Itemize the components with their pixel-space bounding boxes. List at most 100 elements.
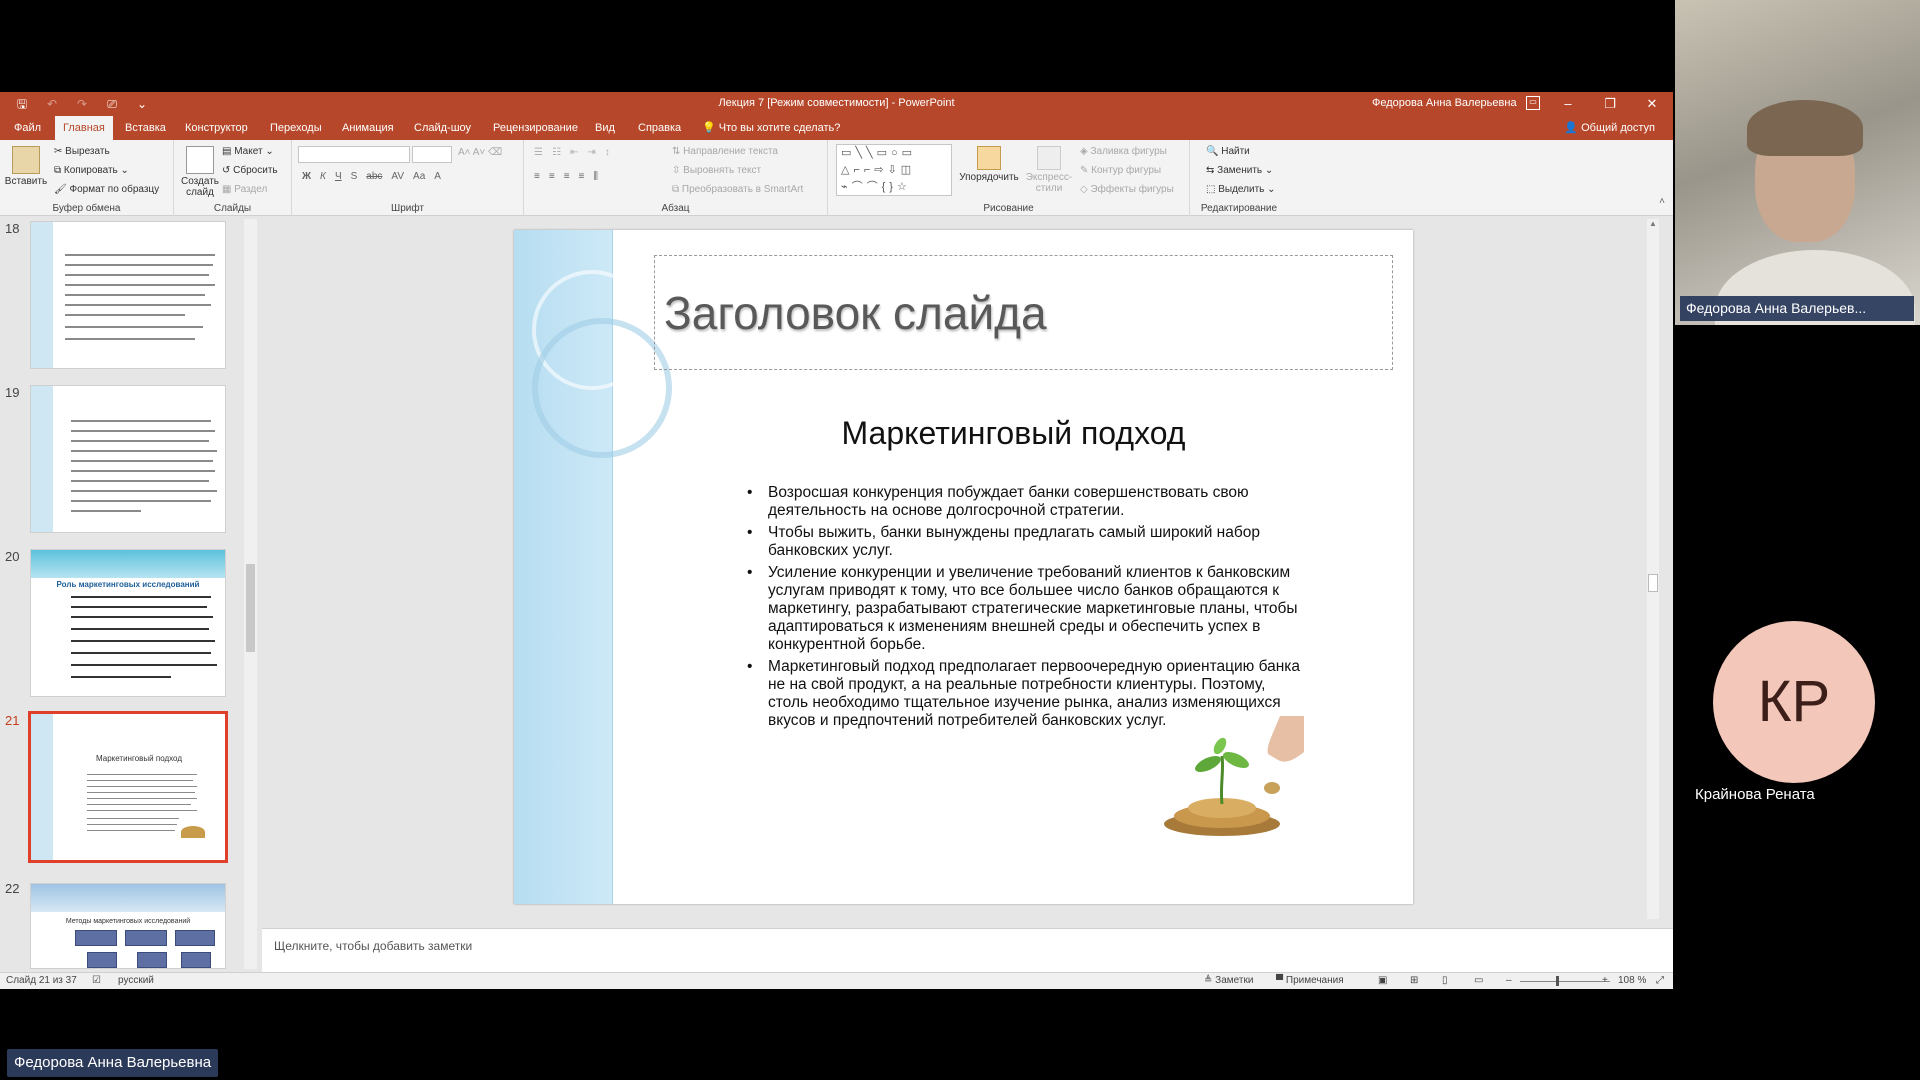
cut-button[interactable]: ✂ Вырезать [54, 146, 110, 157]
maximize-button[interactable]: ❐ [1589, 92, 1631, 116]
thumbnail-slide-20[interactable]: Роль маркетинговых исследований [30, 549, 226, 697]
outdent-icon[interactable]: ⇥ [587, 147, 595, 158]
shadow-button[interactable]: S [351, 171, 358, 182]
title-placeholder[interactable]: Заголовок слайда [654, 255, 1393, 370]
shape-effects-button[interactable]: ◇ Эффекты фигуры [1080, 184, 1174, 195]
sorter-view-icon[interactable]: ⊞ [1410, 975, 1418, 986]
align-center-icon[interactable]: ≡ [549, 171, 555, 182]
italic-button[interactable]: К [320, 171, 326, 182]
find-button[interactable]: 🔍 Найти [1206, 146, 1250, 157]
zoom-in-icon[interactable]: + [1602, 975, 1608, 986]
thumbnails-scrollbar[interactable] [244, 219, 257, 969]
close-button[interactable]: ✕ [1631, 92, 1673, 116]
thumb-text-line [71, 676, 171, 678]
comments-toggle[interactable]: ▀ Примечания [1276, 975, 1344, 986]
tab-home[interactable]: Главная [55, 116, 113, 140]
shape-outline-button[interactable]: ✎ Контур фигуры [1080, 165, 1161, 176]
section-button[interactable]: ▦ Раздел [222, 184, 267, 195]
font-grow-icon[interactable]: A˄ A˅ ⌫ [458, 147, 502, 158]
align-right-icon[interactable]: ≡ [564, 171, 570, 182]
tab-animation[interactable]: Анимация [334, 116, 402, 140]
presenter-video-tile[interactable]: Федорова Анна Валерьев... [1675, 0, 1920, 325]
scroll-up-icon[interactable]: ▲ [1647, 219, 1659, 228]
spacing-button[interactable]: AV [391, 171, 404, 182]
new-slide-button[interactable]: Создать слайд [178, 146, 222, 198]
underline-button[interactable]: Ч [335, 171, 342, 182]
thumbnail-slide-21[interactable]: Маркетинговый подход [28, 711, 228, 863]
shape-fill-button[interactable]: ◈ Заливка фигуры [1080, 146, 1167, 157]
copy-button[interactable]: ⧉ Копировать ⌄ [54, 165, 129, 176]
minimize-button[interactable]: – [1547, 92, 1589, 116]
justify-icon[interactable]: ≡ [579, 171, 585, 182]
zoom-out-icon[interactable]: – [1506, 975, 1512, 986]
format-painter-button[interactable]: 🖌 Формат по образцу [54, 184, 159, 195]
participant-avatar[interactable]: КР [1713, 621, 1875, 783]
tab-review[interactable]: Рецензирование [485, 116, 586, 140]
font-size-input[interactable] [412, 146, 452, 163]
account-name[interactable]: Федорова Анна Валерьевна [1372, 97, 1517, 109]
slide-scroll-thumb[interactable] [1648, 574, 1658, 592]
reading-view-icon[interactable]: ▯ [1442, 975, 1448, 986]
slide-thumbnails-panel: 18 19 20 Роль маркетинговых исследований… [0, 217, 260, 972]
layout-button[interactable]: ▤ Макет ⌄ [222, 146, 274, 157]
smartart-button[interactable]: ⧉ Преобразовать в SmartArt [672, 184, 803, 195]
align-left-icon[interactable]: ≡ [534, 171, 540, 182]
text-direction-button[interactable]: ⇅ Направление текста [672, 146, 778, 157]
font-color-icon[interactable]: A [434, 171, 441, 182]
quick-styles-button[interactable]: Экспресс-стили [1024, 146, 1074, 194]
tab-design[interactable]: Конструктор [177, 116, 256, 140]
thumbnail-slide-19[interactable] [30, 385, 226, 533]
select-button[interactable]: ⬚ Выделить ⌄ [1206, 184, 1276, 195]
thumb-text-line [87, 786, 197, 787]
tab-help[interactable]: Справка [630, 116, 689, 140]
thumbnail-slide-22[interactable]: Методы маркетинговых исследований [30, 883, 226, 969]
language-indicator[interactable]: русский [118, 975, 154, 986]
tab-slideshow[interactable]: Слайд-шоу [406, 116, 479, 140]
tab-transitions[interactable]: Переходы [262, 116, 330, 140]
editing-group-label: Редактирование [1200, 203, 1278, 214]
smartart-label: Преобразовать в SmartArt [681, 184, 804, 195]
case-button[interactable]: Aa [413, 171, 425, 182]
zoom-slider-thumb[interactable] [1556, 976, 1559, 986]
tab-insert[interactable]: Вставка [117, 116, 174, 140]
bullet-list[interactable]: Возросшая конкуренция побуждает банки со… [747, 484, 1307, 734]
spellcheck-icon[interactable]: ☑ [92, 975, 101, 986]
font-name-input[interactable] [298, 146, 410, 163]
bold-button[interactable]: Ж [302, 171, 311, 182]
zoom-slider[interactable] [1520, 981, 1610, 982]
collapse-ribbon-icon[interactable]: ˄ [1659, 196, 1665, 207]
arrange-label: Упорядочить [959, 172, 1019, 183]
thumb-box [75, 930, 117, 946]
notes-toggle[interactable]: ≜ Заметки [1204, 975, 1253, 986]
strikethrough-button[interactable]: abc [366, 171, 382, 182]
align-text-button[interactable]: ⇳ Выровнять текст [672, 165, 761, 176]
align-text-label: Выровнять текст [683, 165, 762, 176]
arrange-button[interactable]: Упорядочить [956, 146, 1022, 183]
normal-view-icon[interactable]: ▣ [1378, 975, 1387, 986]
tell-me-box[interactable]: 💡 Что вы хотите сделать? [694, 116, 848, 140]
slideshow-view-icon[interactable]: ▭ [1474, 975, 1483, 986]
tab-file[interactable]: Файл [6, 116, 49, 140]
thumbnail-slide-18[interactable] [30, 221, 226, 369]
tab-view[interactable]: Вид [587, 116, 623, 140]
ribbon-display-icon[interactable]: ▭ [1526, 96, 1540, 110]
indent-icon[interactable]: ⇤ [570, 147, 578, 158]
current-slide[interactable]: Заголовок слайда Маркетинговый подход Во… [514, 230, 1413, 904]
replace-button[interactable]: ⇆ Заменить ⌄ [1206, 165, 1273, 176]
zoom-level[interactable]: 108 % [1618, 975, 1646, 986]
slide-heading[interactable]: Маркетинговый подход [614, 415, 1413, 452]
columns-icon[interactable]: ⫼ [593, 171, 598, 182]
paste-button[interactable]: Вставить [4, 146, 48, 187]
numbering-icon[interactable]: ☷ [552, 147, 561, 158]
clipboard-group: Вставить ✂ Вырезать ⧉ Копировать ⌄ 🖌 Фор… [0, 140, 174, 216]
bullets-icon[interactable]: ☰ [534, 147, 543, 158]
fit-slide-icon[interactable]: ⤢ [1656, 975, 1664, 986]
notes-pane[interactable]: Щелкните, чтобы добавить заметки [262, 928, 1673, 972]
coins-plant-image[interactable] [1162, 716, 1306, 840]
shapes-gallery[interactable]: ▭╲╲▭○▭ △⌐⌐⇨⇩◫ ⌁⌒⌒{}☆ [836, 144, 952, 196]
reset-button[interactable]: ↺ Сбросить [222, 165, 278, 176]
slide-scrollbar[interactable]: ▲ [1647, 219, 1659, 919]
share-button[interactable]: 👤 Общий доступ [1564, 116, 1655, 140]
thumbnails-scroll-thumb[interactable] [246, 564, 255, 652]
line-spacing-icon[interactable]: ↕ [605, 147, 610, 158]
